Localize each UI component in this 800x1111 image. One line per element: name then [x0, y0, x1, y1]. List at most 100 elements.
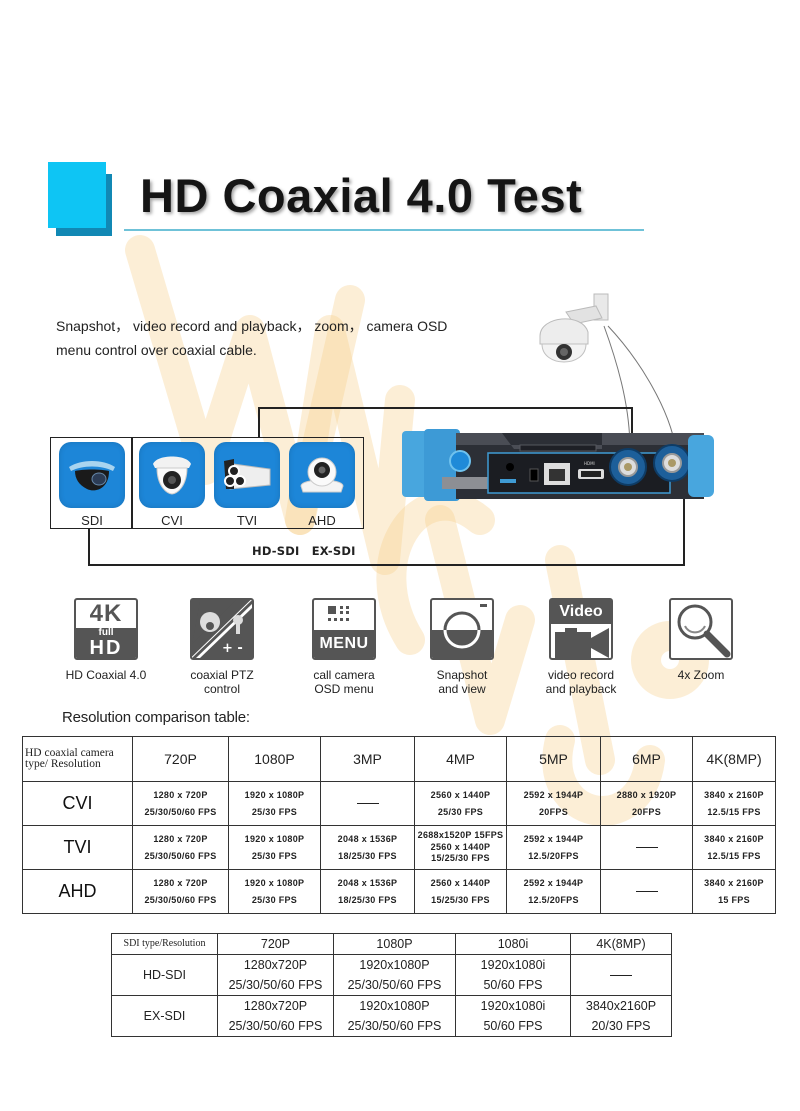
cell-line: 50/60 FPS: [483, 978, 543, 992]
cell-line: 1920x1080P: [359, 999, 430, 1013]
table-corner-header: SDI type/Resolution: [111, 933, 218, 955]
column-header: 3MP: [320, 736, 415, 782]
table-cell: [570, 954, 672, 996]
column-header: 4MP: [414, 736, 507, 782]
feature-ptz-control: + - coaxial PTZ control: [162, 598, 282, 696]
feature-label-line: coaxial PTZ: [190, 668, 254, 682]
not-supported-dash: [635, 847, 658, 849]
cell-line: 25/30/50/60 FPS: [228, 1019, 323, 1033]
not-supported-dash: [356, 803, 379, 805]
cell-line: 25/30/50/60 FPS: [144, 850, 217, 861]
table-cell: 1920 x 1080P 25/30 FPS: [228, 825, 321, 870]
cell-line: 2048 x 1536P: [337, 833, 398, 844]
table-cell: 1280 x 720P 25/30/50/60 FPS: [132, 869, 229, 914]
feature-label: call camera OSD menu: [284, 668, 404, 696]
row-header: CVI: [22, 781, 133, 826]
sdi-type-ex-sdi: EX-SDI: [311, 544, 356, 558]
resolution-table-title: Resolution comparison table:: [62, 709, 250, 726]
table-corner-header: HD coaxial camera type/ Resolution: [22, 736, 133, 782]
cell-line: 1920x1080P: [359, 958, 430, 972]
cell-line: 2560 x 1440P: [430, 841, 491, 852]
not-supported-dash: [635, 891, 658, 893]
camera-type-sdi: SDI: [58, 442, 126, 528]
camera-type-label: CVI: [161, 513, 183, 528]
icon-text-menu: MENU: [314, 630, 374, 658]
cell-line: 25/30 FPS: [251, 894, 298, 905]
table-cell: [600, 869, 693, 914]
table-cell: 2560 x 1440P 25/30 FPS: [414, 781, 507, 826]
table-cell: 2592 x 1944P 12.5/20FPS: [506, 869, 601, 914]
sdi-types-label: HD-SDI EX-SDI: [252, 544, 364, 558]
connector-line: [683, 496, 685, 566]
feature-label: video record and playback: [521, 668, 641, 696]
cell-line: 1280 x 720P: [153, 877, 208, 888]
table-cell: 1280x720P 25/30/50/60 FPS: [217, 995, 334, 1037]
column-header: 6MP: [600, 736, 693, 782]
connector-line: [88, 529, 90, 565]
cell-line: 2048 x 1536P: [337, 877, 398, 888]
table-cell: [600, 825, 693, 870]
cell-line: 18/25/30 FPS: [338, 850, 397, 861]
column-header: 720P: [217, 933, 334, 955]
cell-line: 1920 x 1080P: [244, 877, 305, 888]
feature-label-line: call camera: [313, 668, 375, 682]
cell-line: 2688x1520P 15FPS: [417, 830, 504, 841]
cell-line: 1920x1080i: [480, 958, 546, 972]
not-supported-dash: [610, 975, 632, 977]
table-cell: 2592 x 1944P 12.5/20FPS: [506, 825, 601, 870]
cell-line: 25/30/50/60 FPS: [347, 978, 442, 992]
connector-line: [88, 564, 684, 566]
column-header: 1080i: [455, 933, 571, 955]
video-camera-icon: Video: [549, 598, 613, 660]
cell-line: 25/30 FPS: [437, 806, 484, 817]
table-cell: 1280 x 720P 25/30/50/60 FPS: [132, 781, 229, 826]
sdi-resolution-table: SDI type/Resolution 720P 1080P 1080i 4K(…: [111, 933, 672, 1037]
table-row: EX-SDI 1280x720P 25/30/50/60 FPS 1920x1080P…: [111, 995, 672, 1037]
corner-line: type/ Resolution: [25, 758, 101, 770]
cell-line: 2592 x 1944P: [523, 833, 584, 844]
table-cell: 3840 x 2160P 12.5/15 FPS: [692, 825, 776, 870]
feature-osd-menu: MENU call camera OSD menu: [284, 598, 404, 696]
header-accent-square: [48, 162, 106, 228]
cell-line: 3840x2160P: [585, 999, 657, 1013]
cell-line: 2560 x 1440P: [430, 789, 491, 800]
feature-label: coaxial PTZ control: [162, 668, 282, 696]
menu-icon: MENU: [312, 598, 376, 660]
table-cell: 2560 x 1440P 15/25/30 FPS: [414, 869, 507, 914]
table-cell: 3840x2160P 20/30 FPS: [570, 995, 672, 1037]
cell-line: 20FPS: [631, 806, 661, 817]
magnifier-icon: [669, 598, 733, 660]
cell-line: 25/30/50/60 FPS: [144, 894, 217, 905]
cell-line: 1920 x 1080P: [244, 833, 305, 844]
feature-label-line: video record: [547, 668, 615, 682]
cell-line: 1280 x 720P: [153, 789, 208, 800]
camera-type-label: SDI: [81, 513, 103, 528]
table-header-row: SDI type/Resolution 720P 1080P 1080i 4K(…: [111, 933, 672, 955]
column-header: 1080P: [333, 933, 456, 955]
row-header: TVI: [22, 825, 133, 870]
camera-type-tvi: TVI: [213, 442, 281, 528]
table-cell: 1920x1080P 25/30/50/60 FPS: [333, 995, 456, 1037]
table-cell: 1280x720P 25/30/50/60 FPS: [217, 954, 334, 996]
description-line-1: Snapshot， video record and playback， zoo…: [56, 318, 448, 334]
table-cell: 2688x1520P 15FPS 2560 x 1440P 15/25/30 FPS: [414, 825, 507, 870]
column-header: 1080P: [228, 736, 321, 782]
cell-line: 3840 x 2160P: [704, 877, 764, 888]
column-header: 4K(8MP): [570, 933, 672, 955]
cell-line: 2560 x 1440P: [430, 877, 491, 888]
cell-line: 1280x720P: [243, 999, 308, 1013]
camera-type-divider: [131, 437, 133, 529]
camera-type-label: AHD: [308, 513, 336, 528]
table-cell: [320, 781, 415, 826]
table-cell: 2592 x 1944P 20FPS: [506, 781, 601, 826]
table-cell: 2048 x 1536P 18/25/30 FPS: [320, 825, 415, 870]
connector-line: [258, 407, 260, 437]
camera-type-label: TVI: [236, 513, 258, 528]
feature-label-line: and view: [438, 682, 486, 696]
4k-full-hd-icon: 4K full HD: [74, 598, 138, 660]
table-cell: 2048 x 1536P 18/25/30 FPS: [320, 869, 415, 914]
feature-video-record: Video video record and playback: [521, 598, 641, 696]
column-header: 4K(8MP): [692, 736, 776, 782]
cell-line: 12.5/20FPS: [528, 850, 579, 861]
header-underline: [124, 229, 644, 231]
